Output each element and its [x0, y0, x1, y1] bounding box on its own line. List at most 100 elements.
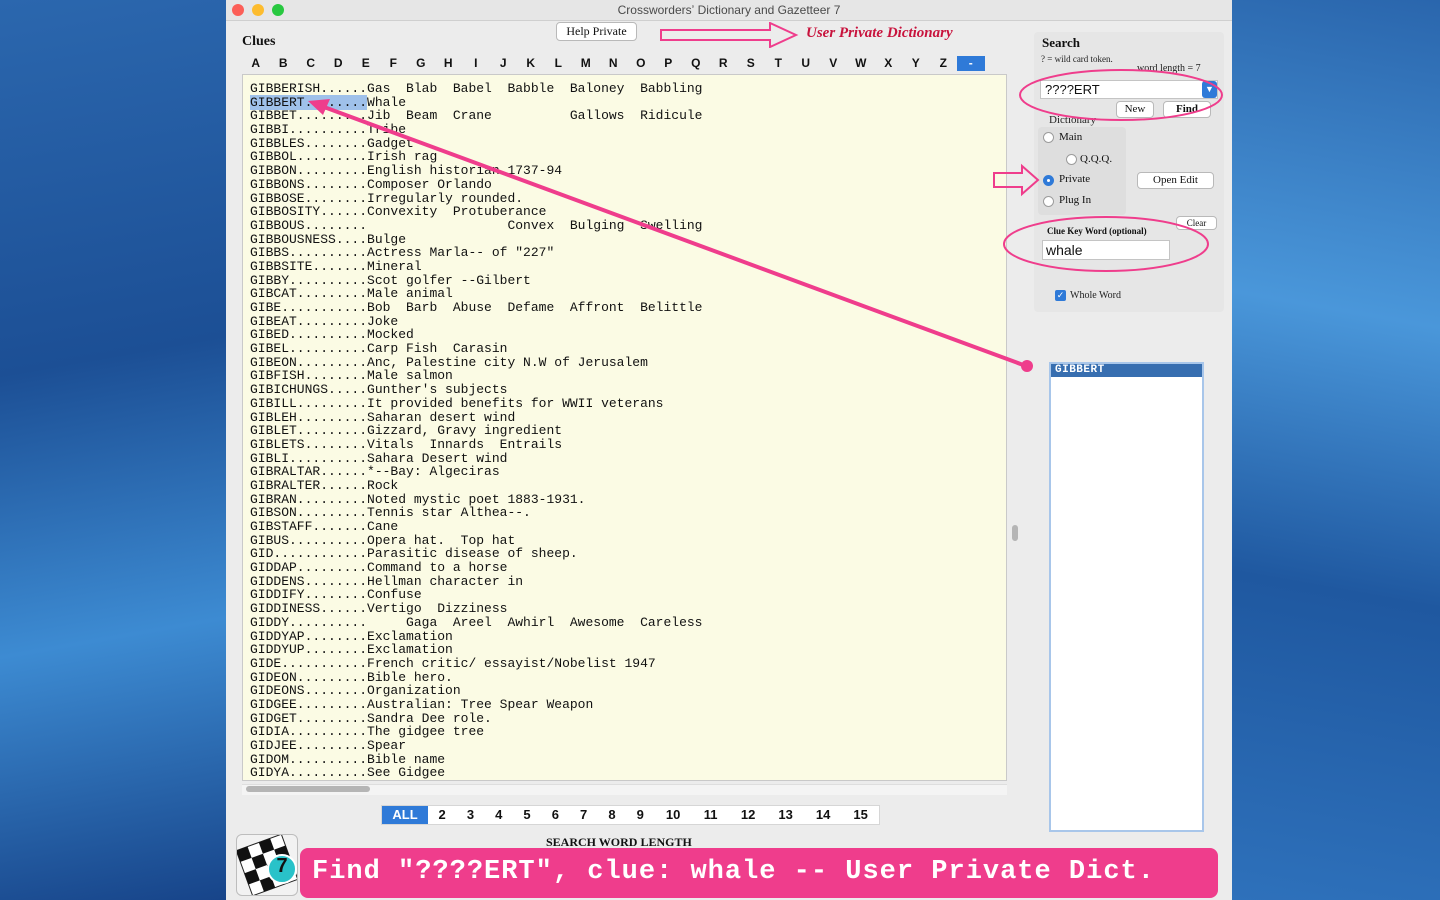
letter-tab-dash[interactable]: -	[957, 56, 985, 71]
clue-row[interactable]: GIBBOL.........Irish rag	[250, 150, 703, 164]
clue-row[interactable]: GIBBOUS........ Convex Bulging Swelling	[250, 219, 703, 233]
horizontal-scrollbar[interactable]	[246, 786, 370, 792]
clue-row[interactable]: GIBILL.........It provided benefits for …	[250, 396, 703, 411]
length-option-15[interactable]: 15	[842, 806, 880, 824]
letter-tab-t[interactable]: T	[765, 56, 793, 71]
clue-row[interactable]: GIDGEE.........Australian: Tree Spear We…	[250, 698, 703, 712]
letter-tab-z[interactable]: Z	[930, 56, 958, 71]
search-pattern-input[interactable]: ????ERT	[1040, 80, 1218, 99]
radio-private[interactable]	[1043, 175, 1054, 186]
clue-row[interactable]: GIBBI..........Tribe	[250, 123, 703, 137]
letter-tab-i[interactable]: I	[462, 56, 490, 71]
clue-row[interactable]: GIBBSITE.......Mineral	[250, 260, 703, 274]
clue-row[interactable]: GIBEL..........Carp Fish Carasin	[250, 342, 703, 356]
clue-row[interactable]: GIBLI..........Sahara Desert wind	[250, 451, 703, 466]
letter-tab-b[interactable]: B	[270, 56, 298, 71]
letter-tab-m[interactable]: M	[572, 56, 600, 71]
length-option-2[interactable]: 2	[428, 806, 456, 824]
length-option-14[interactable]: 14	[804, 806, 842, 824]
help-private-button[interactable]: Help Private	[556, 22, 637, 41]
clue-row[interactable]: GIBLETS........Vitals Innards Entrails	[250, 438, 703, 452]
letter-tab-n[interactable]: N	[600, 56, 628, 71]
clue-row[interactable]: GIBLET.........Gizzard, Gravy ingredient	[250, 424, 703, 438]
clue-row[interactable]: GIDDENS........Hellman character in	[250, 574, 703, 589]
clue-row[interactable]: GIDYA..........See Gidgee	[250, 766, 703, 780]
clue-row[interactable]: GIBBOSE........Irregularly rounded.	[250, 191, 703, 206]
clue-row[interactable]: GIBBON.........English historian 1737-94	[250, 164, 703, 178]
clue-row[interactable]: GIBSON.........Tennis star Althea--.	[250, 506, 703, 520]
title-bar[interactable]: Crosswordersʼ Dictionary and Gazetteer 7	[226, 0, 1232, 21]
clue-row[interactable]: GIDJEE.........Spear	[250, 739, 703, 753]
clue-row[interactable]: GIBBET.........Jib Beam Crane Gallows Ri…	[250, 109, 703, 123]
clue-row[interactable]: GIDDY.......... Gaga Areel Awhirl Awesom…	[250, 615, 703, 630]
clue-row[interactable]: GIDDINESS......Vertigo Dizziness	[250, 602, 703, 616]
letter-tab-s[interactable]: S	[737, 56, 765, 71]
clue-row[interactable]: GIBUS..........Opera hat. Top hat	[250, 533, 703, 548]
find-button[interactable]: Find	[1163, 101, 1211, 118]
letter-tab-w[interactable]: W	[847, 56, 875, 71]
clue-row[interactable]: GIBICHUNGS.....Gunther's subjects	[250, 383, 703, 397]
letter-tab-g[interactable]: G	[407, 56, 435, 71]
radio-main[interactable]	[1043, 132, 1054, 143]
clue-row[interactable]: GIBBERISH......Gas Blab Babel Babble Bal…	[250, 82, 703, 96]
radio-plug-in[interactable]	[1043, 196, 1054, 207]
length-option-4[interactable]: 4	[485, 806, 513, 824]
letter-tab-j[interactable]: J	[490, 56, 518, 71]
clue-row[interactable]: GIBCAT.........Male animal	[250, 287, 703, 301]
clue-row[interactable]: GIBBS..........Actress Marla-- of "227"	[250, 246, 703, 260]
new-button[interactable]: New	[1116, 101, 1154, 118]
clue-key-word-input[interactable]: whale	[1042, 240, 1170, 260]
clue-row[interactable]: GIBBLES........Gadget	[250, 136, 703, 151]
clue-row[interactable]: GIDGET.........Sandra Dee role.	[250, 711, 703, 726]
whole-word-checkbox[interactable]: ✓	[1055, 290, 1066, 301]
clue-row[interactable]: GIBBY..........Scot golfer --Gilbert	[250, 273, 703, 288]
letter-tab-l[interactable]: L	[545, 56, 573, 71]
letter-tab-x[interactable]: X	[875, 56, 903, 71]
letter-tab-v[interactable]: V	[820, 56, 848, 71]
clue-row[interactable]: GIBED..........Mocked	[250, 328, 703, 342]
letter-tab-o[interactable]: O	[627, 56, 655, 71]
length-option-11[interactable]: 11	[692, 806, 730, 824]
clue-row[interactable]: GIDDYAP........Exclamation	[250, 629, 703, 644]
clear-button[interactable]: Clear	[1176, 216, 1217, 230]
clues-list[interactable]: GIBBERISH......Gas Blab Babel Babble Bal…	[242, 74, 1007, 781]
clue-row[interactable]: GIDE...........French critic/ essayist/N…	[250, 657, 703, 671]
clue-row[interactable]: GIBLEH.........Saharan desert wind	[250, 410, 703, 425]
letter-tab-p[interactable]: P	[655, 56, 683, 71]
clue-row[interactable]: GIBE...........Bob Barb Abuse Defame Aff…	[250, 301, 703, 315]
clue-row[interactable]: GIBEON.........Anc, Palestine city N.W o…	[250, 355, 703, 370]
letter-tab-e[interactable]: E	[352, 56, 380, 71]
clue-row[interactable]: GIDOM..........Bible name	[250, 752, 703, 767]
letter-tab-d[interactable]: D	[325, 56, 353, 71]
length-option-3[interactable]: 3	[456, 806, 484, 824]
letter-tab-y[interactable]: Y	[902, 56, 930, 71]
length-option-9[interactable]: 9	[626, 806, 654, 824]
length-option-6[interactable]: 6	[541, 806, 569, 824]
clue-row[interactable]: GIBRAN.........Noted mystic poet 1883-19…	[250, 492, 703, 507]
vertical-scrollbar[interactable]	[1012, 525, 1018, 541]
clue-row[interactable]: GIDEONS........Organization	[250, 684, 703, 698]
length-option-12[interactable]: 12	[729, 806, 767, 824]
letter-tab-r[interactable]: R	[710, 56, 738, 71]
clue-row[interactable]: GIBFISH........Male salmon	[250, 369, 703, 383]
length-option-all[interactable]: ALL	[382, 806, 428, 824]
clue-row[interactable]: GIBSTAFF.......Cane	[250, 520, 703, 534]
clue-row[interactable]: GIDDIFY........Confuse	[250, 588, 703, 602]
letter-tab-u[interactable]: U	[792, 56, 820, 71]
clue-row[interactable]: GIDIA..........The gidgee tree	[250, 725, 703, 739]
letter-tab-q[interactable]: Q	[682, 56, 710, 71]
clue-row[interactable]: GIBBOSITY......Convexity Protuberance	[250, 205, 703, 219]
letter-tab-a[interactable]: A	[242, 56, 270, 71]
clue-row[interactable]: GIBBOUSNESS....Bulge	[250, 232, 703, 247]
letter-tab-c[interactable]: C	[297, 56, 325, 71]
result-item[interactable]: GIBBERT	[1051, 364, 1202, 377]
clue-row[interactable]: GIBRALTER......Rock	[250, 479, 703, 493]
clue-row[interactable]: GIBRALTAR......*--Bay: Algeciras	[250, 465, 703, 479]
clue-row[interactable]: GIDDYUP........Exclamation	[250, 643, 703, 657]
letter-tab-k[interactable]: K	[517, 56, 545, 71]
clue-row[interactable]: GIDEON.........Bible hero.	[250, 670, 703, 685]
open-edit-button[interactable]: Open Edit	[1137, 172, 1214, 189]
length-option-7[interactable]: 7	[569, 806, 597, 824]
length-option-5[interactable]: 5	[513, 806, 541, 824]
letter-tab-h[interactable]: H	[435, 56, 463, 71]
